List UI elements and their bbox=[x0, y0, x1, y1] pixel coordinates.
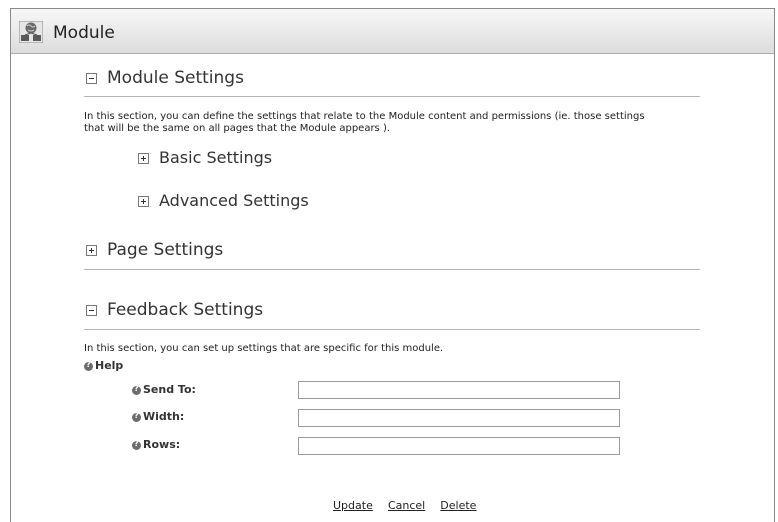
rows-input[interactable] bbox=[298, 437, 620, 455]
section-divider bbox=[84, 329, 700, 330]
module-settings-header[interactable]: Module Settings bbox=[86, 68, 244, 88]
feedback-settings-header[interactable]: Feedback Settings bbox=[86, 300, 263, 320]
collapse-icon[interactable] bbox=[86, 304, 97, 316]
send-to-label: Send To: bbox=[132, 383, 196, 396]
module-settings-description: In this section, you can define the sett… bbox=[84, 111, 645, 134]
feedback-settings-title: Feedback Settings bbox=[107, 300, 264, 320]
delete-link[interactable]: Delete bbox=[440, 499, 476, 512]
rows-label: Rows: bbox=[132, 438, 180, 451]
help-icon bbox=[84, 360, 93, 371]
advanced-settings-label: Advanced Settings bbox=[159, 191, 309, 210]
page-settings-header[interactable]: Page Settings bbox=[86, 240, 223, 260]
advanced-settings-header[interactable]: Advanced Settings bbox=[138, 191, 309, 210]
module-globe-icon bbox=[19, 21, 43, 43]
section-divider bbox=[84, 269, 700, 270]
module-title: Module bbox=[53, 23, 115, 43]
basic-settings-label: Basic Settings bbox=[159, 148, 273, 167]
module-settings-title: Module Settings bbox=[107, 68, 244, 88]
width-input[interactable] bbox=[298, 409, 620, 427]
send-to-input[interactable] bbox=[298, 381, 620, 399]
page-settings-title: Page Settings bbox=[107, 240, 224, 260]
expand-icon[interactable] bbox=[138, 196, 149, 207]
expand-icon[interactable] bbox=[86, 244, 97, 256]
help-icon[interactable] bbox=[132, 439, 141, 450]
update-link[interactable]: Update bbox=[333, 499, 373, 512]
width-label: Width: bbox=[132, 410, 184, 423]
collapse-icon[interactable] bbox=[86, 72, 97, 84]
basic-settings-header[interactable]: Basic Settings bbox=[138, 148, 272, 167]
help-link[interactable]: Help bbox=[84, 359, 123, 372]
cancel-link[interactable]: Cancel bbox=[388, 499, 425, 512]
expand-icon[interactable] bbox=[138, 153, 149, 164]
module-title-bar: Module bbox=[11, 9, 774, 54]
action-bar: Update Cancel Delete bbox=[333, 494, 476, 513]
help-icon[interactable] bbox=[132, 384, 141, 395]
section-divider bbox=[84, 96, 700, 97]
feedback-settings-description: In this section, you can set up settings… bbox=[84, 343, 444, 354]
help-icon[interactable] bbox=[132, 411, 141, 422]
